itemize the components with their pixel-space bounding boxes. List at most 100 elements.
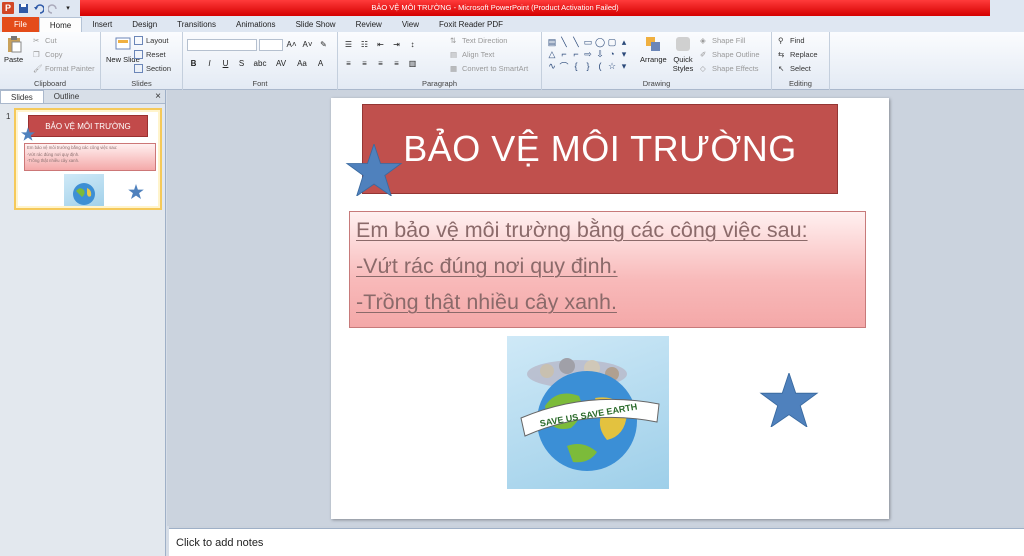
format-painter-button[interactable]: 🖌 Format Painter [33,64,95,73]
underline-button[interactable]: U [220,59,231,68]
tab-insert[interactable]: Insert [82,17,122,32]
bold-button[interactable]: B [188,59,199,68]
star-icon[interactable] [757,373,821,427]
align-center-icon[interactable]: ≡ [359,59,370,68]
reset-button[interactable]: Reset [134,50,166,59]
cut-button[interactable]: ✂ Cut [33,36,57,45]
star-icon[interactable] [343,144,405,196]
find-label: Find [790,36,805,45]
align-right-icon[interactable]: ≡ [375,59,386,68]
connector-shape-icon[interactable]: ⌐ [570,48,582,60]
textbox-shape-icon[interactable]: ▤ [546,36,558,48]
decrease-indent-icon[interactable]: ⇤ [375,40,386,49]
justify-icon[interactable]: ≡ [391,59,402,68]
curve-shape-icon[interactable]: ∿ [546,60,558,72]
arrow-down-shape-icon[interactable]: ⇩ [594,48,606,60]
italic-button[interactable]: I [204,59,215,68]
more-shapes-icon[interactable]: ▾ [618,48,630,60]
line-spacing-icon[interactable]: ↕ [407,40,418,49]
tab-outline[interactable]: Outline [44,90,89,103]
strikethrough-button[interactable]: S [236,59,247,68]
shape-fill-button[interactable]: ◈ Shape Fill [700,36,745,45]
callout-shape-icon[interactable]: ◔ [606,48,618,60]
redo-icon[interactable] [47,2,59,14]
shape-outline-button[interactable]: ✐ Shape Outline [700,50,760,59]
triangle-shape-icon[interactable]: △ [546,48,558,60]
numbering-icon[interactable]: ☷ [359,40,370,49]
earth-picture[interactable]: SAVE US SAVE EARTH [507,336,669,489]
powerpoint-app-icon[interactable]: P [2,2,14,14]
gallery-expand-icon[interactable]: ▾ [618,60,630,72]
connector-shape-icon[interactable]: ⌐ [558,48,570,60]
slide-thumbnail[interactable]: BẢO VỆ MÔI TRƯỜNG Em bảo vệ môi trường b… [14,108,162,210]
layout-button[interactable]: Layout [134,36,169,45]
paste-label: Paste [4,55,24,64]
character-spacing-button[interactable]: AV [273,59,289,68]
rounded-rect-shape-icon[interactable]: ▢ [606,36,618,48]
copy-button[interactable]: ❐ Copy [33,50,63,59]
shadow-button[interactable]: abc [252,59,268,68]
slide-number: 1 [6,112,11,121]
brace-shape-icon[interactable]: { [570,60,582,72]
align-left-icon[interactable]: ≡ [343,59,354,68]
tab-home[interactable]: Home [38,17,83,32]
convert-smartart-button[interactable]: ▦ Convert to SmartArt [450,64,528,73]
bracket-shape-icon[interactable]: ( [594,60,606,72]
tab-design[interactable]: Design [122,17,167,32]
quick-styles-button[interactable]: Quick Styles [670,35,696,73]
tab-view[interactable]: View [392,17,429,32]
brush-icon: 🖌 [33,64,43,73]
shrink-font-icon[interactable]: A˅ [302,40,313,49]
section-label: Section [146,64,172,73]
tab-review[interactable]: Review [346,17,392,32]
tab-slides[interactable]: Slides [0,90,44,103]
align-text-button[interactable]: ▤ Align Text [450,50,494,59]
editing-group-label: Editing [789,79,812,88]
line-shape-icon[interactable]: ╲ [558,36,570,48]
line-shape-icon[interactable]: ╲ [570,36,582,48]
paste-button[interactable]: Paste [4,35,23,64]
oval-shape-icon[interactable]: ◯ [594,36,606,48]
change-case-button[interactable]: Aa [294,59,310,68]
shape-effects-button[interactable]: ◇ Shape Effects [700,64,759,73]
tab-transitions[interactable]: Transitions [167,17,226,32]
arrow-right-shape-icon[interactable]: ⇨ [582,48,594,60]
tab-foxit-reader-pdf[interactable]: Foxit Reader PDF [429,17,513,32]
slide-canvas[interactable]: BẢO VỆ MÔI TRƯỜNG Em bảo vệ môi trường b… [331,98,889,519]
grow-font-icon[interactable]: A˄ [286,40,297,49]
brace-shape-icon[interactable]: } [582,60,594,72]
shapes-gallery[interactable]: ▤ ╲ ╲ ▭ ◯ ▢ ▴ △ ⌐ ⌐ ⇨ ⇩ ◔ ▾ ∿ ⌒{}(☆ ▾ [546,36,630,74]
reset-label: Reset [146,50,166,59]
find-button[interactable]: ⚲ Find [778,36,805,45]
more-shapes-icon[interactable]: ▴ [618,36,630,48]
star-shape-icon[interactable]: ☆ [606,60,618,72]
save-icon[interactable] [17,2,29,14]
bullets-icon[interactable]: ☰ [343,40,354,49]
slide-title[interactable]: BẢO VỆ MÔI TRƯỜNG [362,104,838,194]
tab-animations[interactable]: Animations [226,17,286,32]
slides-panel: Slides Outline × 1 BẢO VỆ MÔI TRƯỜNG Em … [0,90,166,556]
font-family-combo[interactable] [187,39,257,51]
text-direction-button[interactable]: ⇅ Text Direction [450,36,507,45]
tab-file[interactable]: File [2,17,39,32]
select-button[interactable]: ↖ Select [778,64,811,73]
columns-icon[interactable]: ▥ [407,59,418,68]
arrange-button[interactable]: Arrange [640,35,667,64]
customize-qat-icon[interactable]: ▾ [62,2,74,14]
tab-slide-show[interactable]: Slide Show [286,17,346,32]
font-color-button[interactable]: A [315,59,326,68]
content-box[interactable]: Em bảo vệ môi trường bằng các công việc … [349,211,866,328]
replace-button[interactable]: ⇆ Replace [778,50,818,59]
section-button[interactable]: Section [134,64,171,73]
close-icon[interactable]: × [155,91,161,102]
increase-indent-icon[interactable]: ⇥ [391,40,402,49]
notes-pane[interactable]: Click to add notes [169,528,1024,556]
undo-icon[interactable] [32,2,44,14]
clear-formatting-icon[interactable]: ✎ [318,40,329,49]
font-size-combo[interactable] [259,39,283,51]
window-controls [990,0,1024,16]
font-size-buttons: A˄ A˅ ✎ [286,40,329,49]
earth-icon [73,183,95,205]
arc-shape-icon[interactable]: ⌒ [558,60,570,72]
rectangle-shape-icon[interactable]: ▭ [582,36,594,48]
